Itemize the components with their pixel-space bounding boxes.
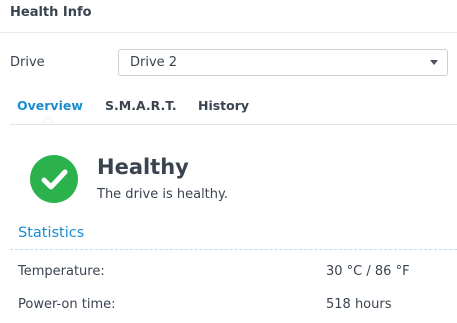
drive-select-value: Drive 2 <box>130 55 178 70</box>
check-circle-icon <box>30 155 78 203</box>
tab-smart[interactable]: S.M.A.R.T. <box>105 98 177 113</box>
tab-overview[interactable]: Overview <box>17 98 83 113</box>
drive-select[interactable]: Drive 2 <box>118 49 448 76</box>
section-divider <box>10 249 457 250</box>
drive-label: Drive <box>10 55 45 70</box>
panel-title: Health Info <box>10 5 92 20</box>
power-on-time-value: 518 hours <box>326 297 392 312</box>
health-info-panel: Health Info Drive Drive 2 Overview S.M.A… <box>0 0 457 323</box>
temperature-label: Temperature: <box>18 264 105 279</box>
chevron-down-icon <box>430 60 438 65</box>
status-description: The drive is healthy. <box>97 187 228 202</box>
power-on-time-label: Power-on time: <box>18 297 116 312</box>
statistics-section-title: Statistics <box>18 225 85 241</box>
tab-bar: Overview S.M.A.R.T. History <box>10 88 457 125</box>
temperature-value: 30 °C / 86 °F <box>326 264 410 279</box>
status-title: Healthy <box>97 155 189 179</box>
panel-header: Health Info <box>0 0 457 33</box>
active-tab-indicator <box>42 116 54 123</box>
tab-history[interactable]: History <box>198 98 249 113</box>
